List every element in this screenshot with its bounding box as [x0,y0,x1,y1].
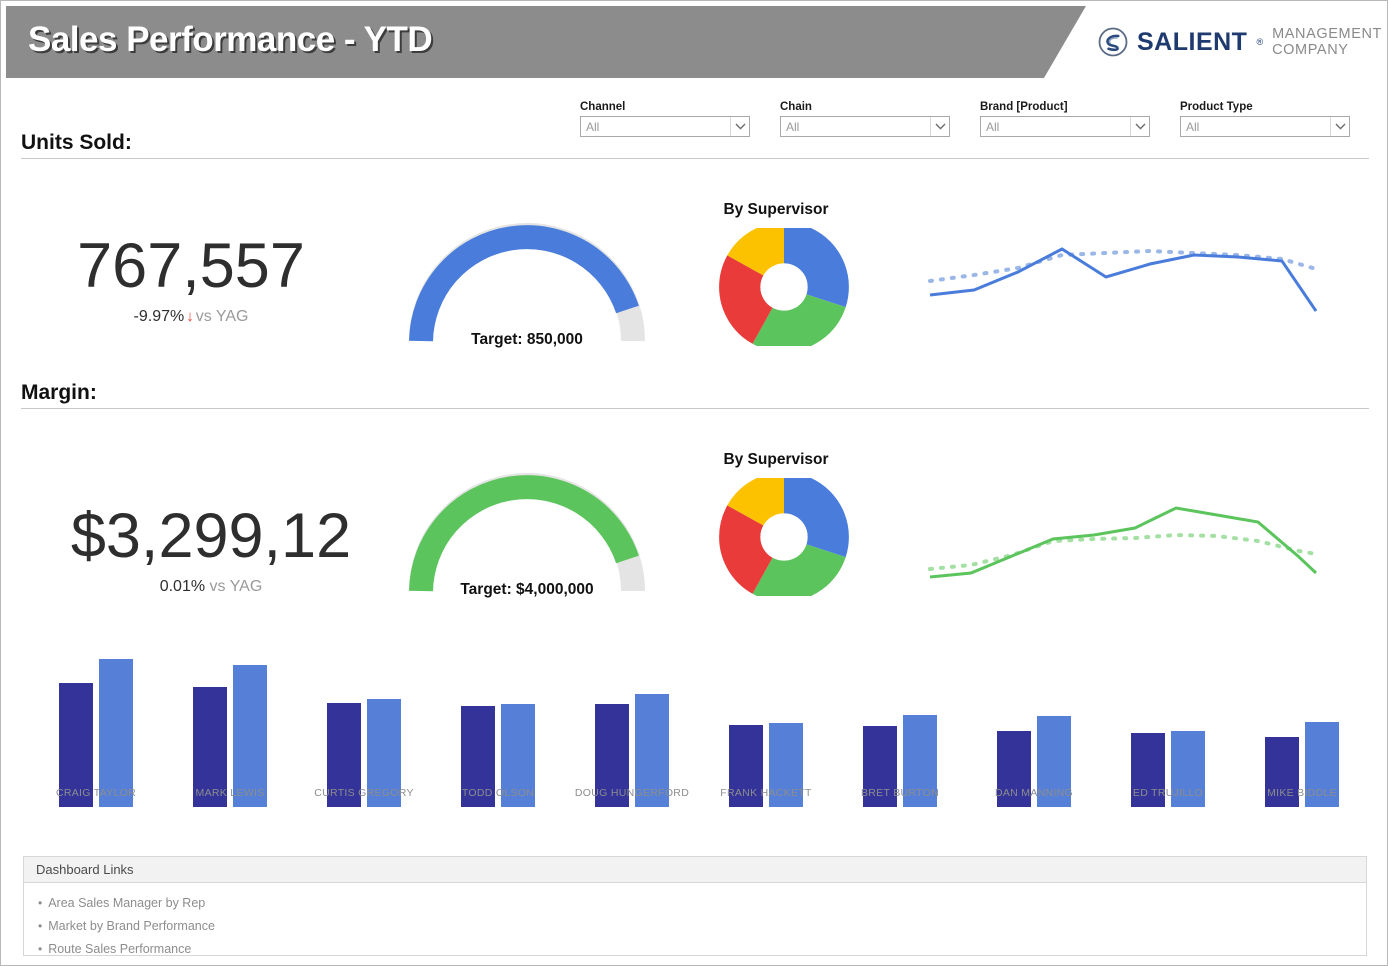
section-header-margin: Margin: [21,381,1369,409]
dashboard-link-label[interactable]: Area Sales Manager by Rep [48,896,205,910]
salient-swoosh-icon [1098,27,1128,57]
kpi-units-sold-value: 767,557 [77,231,305,301]
bar-current[interactable] [233,665,267,807]
brand-logo-plate: SALIENT ® MANAGEMENT COMPANY [1044,6,1384,78]
sparkline-margin-trend [916,481,1326,591]
kpi-margin: $3,299,12 0.01% vs YAG [41,505,381,596]
app-header: Sales Performance - YTD SALIENT ® MANAGE… [6,6,1384,78]
kpi-units-sold: 767,557 -9.97% ↓ vs YAG [41,235,341,326]
filter-brand-product-label: Brand [Product] [980,101,1068,113]
bar-chart-margin-by-rep: CRAIG TAYLOR MARK LEWIS CURTIS GREGORY T… [21,641,1369,837]
kpi-margin-change: 0.01% vs YAG [41,578,381,596]
dashboard-links-header: Dashboard Links [24,857,1366,883]
page-title: Sales Performance - YTD [28,20,433,59]
section-title-margin: Margin: [21,381,97,404]
gauge-margin: Target: $4,000,000 [399,473,655,603]
bullet-icon: • [38,919,43,933]
list-item[interactable]: • Market by Brand Performance [38,915,1366,938]
bar-label: MIKE BIDDLE [1267,787,1337,799]
donut-margin-title: By Supervisor [723,451,829,468]
bullet-icon: • [38,942,43,956]
dashboard-page: Sales Performance - YTD SALIENT ® MANAGE… [0,0,1388,966]
dashboard-link-label[interactable]: Route Sales Performance [48,942,191,956]
sparkline-units-trend [916,229,1326,329]
dashboard-links-panel: Dashboard Links • Area Sales Manager by R… [23,856,1367,956]
filter-channel-label: Channel [580,101,626,113]
section-divider [21,408,1369,409]
units-prior-year-line [928,248,1318,283]
section-header-units-sold: Units Sold: [21,131,1369,159]
kpi-units-sold-change: -9.97% ↓ vs YAG [41,308,341,326]
list-item[interactable]: • Area Sales Manager by Rep [38,892,1366,915]
margin-prior-year-line [928,532,1318,571]
dashboard-link-label[interactable]: Market by Brand Performance [48,919,215,933]
donut-units-title: By Supervisor [723,201,829,218]
donut-units-by-supervisor: By Supervisor [701,201,851,346]
units-current-year-line [929,247,1318,312]
filter-chain-label: Chain [780,101,812,113]
brand-tagline: MANAGEMENT COMPANY [1272,26,1382,58]
brand-name: SALIENT [1137,27,1248,56]
brand-trademark-icon: ® [1256,37,1264,47]
gauge-margin-target-label: Target: $4,000,000 [460,581,594,598]
section-divider [21,158,1369,159]
filter-product-type-label: Product Type [1180,101,1253,113]
gauge-units-target-label: Target: 850,000 [471,331,583,348]
donut-margin-by-supervisor: By Supervisor [701,451,851,596]
gauge-units-sold: Target: 850,000 [399,223,655,353]
dashboard-links-list: • Area Sales Manager by Rep • Market by Br… [24,883,1366,961]
section-title-units-sold: Units Sold: [21,131,132,154]
bar-current[interactable] [99,659,133,807]
arrow-down-icon: ↓ [186,308,194,325]
kpi-units-change-pct: -9.97% [133,308,185,325]
kpi-margin-value: $3,299,12 [70,501,352,571]
bullet-icon: • [38,896,43,910]
kpi-margin-comparison: vs YAG [209,578,263,595]
kpi-units-comparison: vs YAG [195,308,249,325]
list-item[interactable]: • Route Sales Performance [38,938,1366,961]
kpi-margin-change-pct: 0.01% [159,578,206,595]
